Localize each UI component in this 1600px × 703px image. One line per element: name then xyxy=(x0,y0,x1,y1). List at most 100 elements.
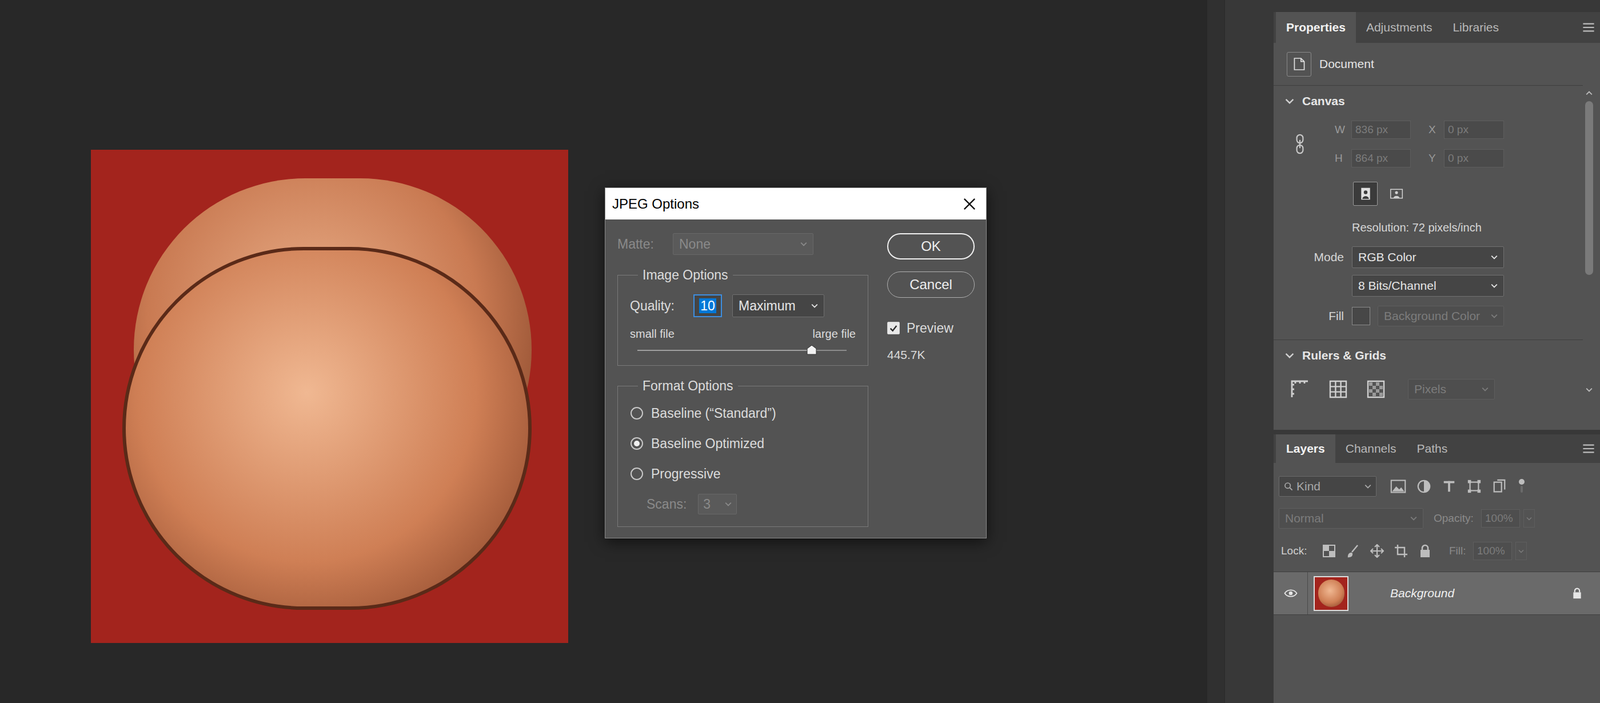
blend-row: Normal Opacity: 100% xyxy=(1273,508,1600,529)
bit-depth-select[interactable]: 8 Bits/Channel xyxy=(1351,274,1504,297)
small-file-label: small file xyxy=(629,325,675,343)
panel-tab[interactable]: Paths xyxy=(1406,434,1458,464)
panel-tab[interactable]: Layers xyxy=(1275,434,1336,464)
matte-select[interactable]: None xyxy=(672,233,814,255)
menu-icon[interactable] xyxy=(1582,22,1595,33)
rulers-section-header[interactable]: Rulers & Grids xyxy=(1273,340,1583,371)
eye-icon[interactable] xyxy=(1283,588,1298,598)
pixel-grid-icon[interactable] xyxy=(1366,380,1386,399)
fill-select[interactable]: Background Color xyxy=(1377,305,1504,327)
panel-tab[interactable]: Libraries xyxy=(1442,12,1510,43)
canvas-field: W836 px xyxy=(1334,120,1411,139)
panel-tab[interactable]: Channels xyxy=(1335,434,1407,464)
ok-button[interactable]: OK xyxy=(887,233,975,260)
document-label: Document xyxy=(1319,54,1375,74)
chevron-down-icon[interactable] xyxy=(1518,549,1524,554)
lock-transparent-icon[interactable] xyxy=(1322,544,1336,558)
fill-swatch[interactable] xyxy=(1351,306,1371,326)
dialog-title-bar[interactable]: JPEG Options xyxy=(605,188,987,220)
scroll-up-icon[interactable] xyxy=(1585,90,1593,96)
filter-kind-select[interactable]: Kind xyxy=(1278,476,1377,497)
chevron-down-icon xyxy=(1364,484,1372,489)
shape-filter-icon[interactable] xyxy=(1466,479,1482,494)
scans-row: Scans: 3 xyxy=(630,492,856,516)
scans-value: 3 xyxy=(703,494,711,515)
smart-object-filter-icon[interactable] xyxy=(1491,479,1507,494)
mode-select[interactable]: RGB Color xyxy=(1351,246,1504,269)
scans-label: Scans: xyxy=(646,494,687,515)
scroll-down-icon[interactable] xyxy=(1585,387,1593,393)
scroll-thumb[interactable] xyxy=(1585,101,1594,275)
checkbox-box xyxy=(887,321,900,335)
chevron-down-icon[interactable] xyxy=(1526,516,1532,521)
section-title: Canvas xyxy=(1302,92,1346,111)
scrollbar[interactable] xyxy=(1582,42,1596,430)
menu-icon[interactable] xyxy=(1582,444,1595,454)
file-size: 445.7K xyxy=(887,345,975,365)
width-field[interactable]: 836 px xyxy=(1351,120,1411,139)
lock-pixels-icon[interactable] xyxy=(1346,544,1360,558)
preview-label: Preview xyxy=(906,318,954,339)
preview-checkbox[interactable]: Preview xyxy=(887,319,975,337)
matte-value: None xyxy=(679,234,711,255)
layer-thumbnail xyxy=(1313,576,1349,612)
quality-preset-value: Maximum xyxy=(738,296,796,317)
format-radio[interactable]: Progressive xyxy=(630,462,856,486)
chevron-down-icon xyxy=(800,241,808,247)
slider-thumb-icon[interactable] xyxy=(806,344,817,355)
chevron-down-icon xyxy=(1490,313,1498,319)
chevron-down-icon xyxy=(1490,283,1498,289)
quality-input[interactable]: 10 xyxy=(693,294,722,318)
lock-all-icon[interactable] xyxy=(1418,544,1432,558)
opacity-label: Opacity: xyxy=(1433,510,1482,528)
lock-icon xyxy=(1571,587,1583,600)
layer-filter-row: Kind xyxy=(1273,476,1600,497)
chevron-down-icon xyxy=(811,303,819,309)
landscape-button[interactable] xyxy=(1383,181,1409,206)
layers-panel: Kind Normal Opacity: 100% xyxy=(1273,463,1600,703)
section-title: Rulers & Grids xyxy=(1302,346,1387,365)
format-radio[interactable]: Baseline Optimized xyxy=(630,432,856,456)
panel-tab[interactable]: Properties xyxy=(1275,12,1356,43)
canvas-field: X0 px xyxy=(1428,120,1504,139)
grid-icon[interactable] xyxy=(1329,380,1348,399)
link-icon[interactable] xyxy=(1294,133,1306,155)
format-radio[interactable]: Baseline (“Standard”) xyxy=(630,401,856,425)
chevron-down-icon xyxy=(724,501,732,507)
adjustment-filter-icon[interactable] xyxy=(1416,479,1432,494)
fill-field[interactable]: 100% xyxy=(1473,541,1512,561)
blend-mode-select[interactable]: Normal xyxy=(1278,508,1424,529)
slider-track xyxy=(637,349,847,351)
type-filter-icon[interactable] xyxy=(1441,479,1457,494)
filter-toggle[interactable] xyxy=(1517,479,1527,494)
format-options-group: Format Options Baseline (“Standard”) Bas… xyxy=(617,385,869,528)
panel-tab[interactable]: Adjustments xyxy=(1355,12,1443,43)
lock-position-icon[interactable] xyxy=(1370,544,1384,558)
mode-label: Mode xyxy=(1273,248,1344,267)
portrait-button[interactable] xyxy=(1353,181,1378,206)
opacity-field[interactable]: 100% xyxy=(1481,509,1520,528)
y-field[interactable]: 0 px xyxy=(1443,149,1504,168)
lock-row: Lock: Fill: 100% xyxy=(1273,540,1600,562)
canvas-section-header[interactable]: Canvas xyxy=(1273,85,1583,117)
ruler-icon[interactable] xyxy=(1290,380,1310,399)
pixel-layer-filter-icon[interactable] xyxy=(1390,479,1407,494)
scans-select[interactable]: 3 xyxy=(697,493,737,515)
workspace: JPEG Options Matte: None Image Options Q… xyxy=(0,0,1208,703)
matte-row: Matte: None xyxy=(617,233,869,255)
slider-fill xyxy=(637,349,812,351)
close-icon[interactable] xyxy=(963,197,976,211)
lock-artboard-icon[interactable] xyxy=(1394,544,1408,558)
units-select[interactable]: Pixels xyxy=(1407,378,1495,400)
cancel-button[interactable]: Cancel xyxy=(887,271,975,298)
layer-row[interactable]: Background xyxy=(1273,571,1600,616)
quality-slider[interactable] xyxy=(629,344,856,357)
group-title: Format Options xyxy=(637,377,738,394)
height-field[interactable]: 864 px xyxy=(1351,149,1411,168)
x-field[interactable]: 0 px xyxy=(1443,120,1504,139)
quality-preset-select[interactable]: Maximum xyxy=(732,294,825,318)
quality-label: Quality: xyxy=(629,296,694,317)
landscape-icon xyxy=(1389,188,1404,199)
dialog-title: JPEG Options xyxy=(612,193,700,215)
image-options-group: Image Options Quality: 10 Maximum small … xyxy=(617,274,869,366)
